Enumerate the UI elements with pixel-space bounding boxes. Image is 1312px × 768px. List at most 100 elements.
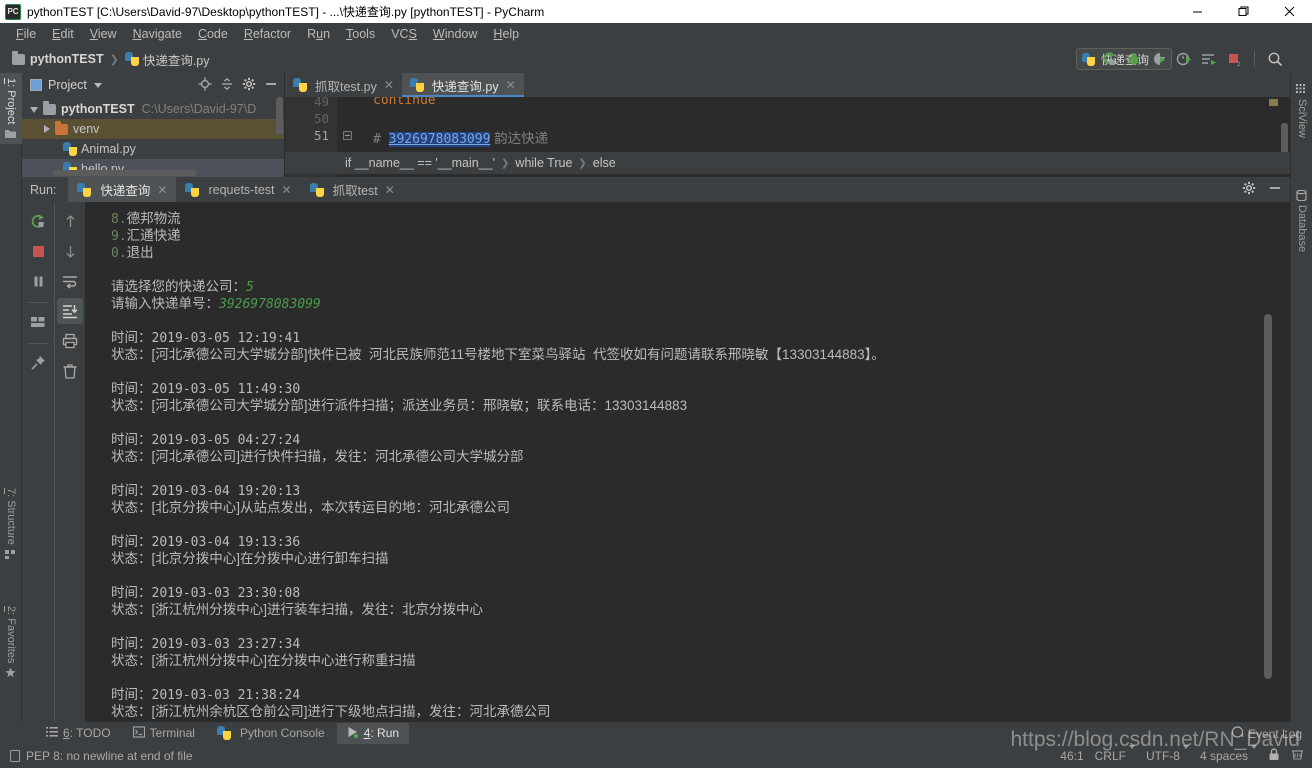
run-tab-label: 快递查询: [100, 184, 151, 198]
console-output[interactable]: 8.德邦物流 9.汇通快递 0.退出 请选择您的快递公司：5 请输入快递单号：3…: [85, 202, 1290, 724]
locate-icon[interactable]: [198, 77, 212, 96]
folder-icon: [43, 100, 56, 115]
run-tab-requets-test[interactable]: requets-test ✕: [176, 177, 300, 202]
menu-refactor[interactable]: Refactor: [236, 25, 299, 43]
chevron-right-icon[interactable]: [44, 125, 50, 133]
close-icon[interactable]: ✕: [506, 78, 516, 92]
close-icon[interactable]: ✕: [157, 183, 167, 197]
menu-navigate[interactable]: Navigate: [125, 25, 190, 43]
sidebar-item-sciview[interactable]: SciView: [1291, 79, 1312, 143]
chevron-down-icon[interactable]: [30, 107, 38, 113]
close-icon[interactable]: ✕: [282, 183, 292, 197]
bottom-tab-python-console[interactable]: Python Console: [207, 723, 335, 743]
tree-node-hello-py[interactable]: hello.py: [22, 159, 284, 179]
tree-node-animal-py[interactable]: Animal.py: [22, 139, 284, 159]
run-with-console-icon[interactable]: [1200, 50, 1218, 68]
hide-icon[interactable]: [264, 77, 278, 96]
tracking-entry: 时间：2019-03-03 23:30:08 状态：[浙江杭州分拨中心]进行装车…: [111, 585, 484, 617]
line-separator[interactable]: CRLF: [1095, 745, 1135, 763]
menu-file[interactable]: File: [8, 25, 44, 43]
close-button[interactable]: [1266, 0, 1312, 23]
code-fold-icon[interactable]: [343, 131, 352, 140]
run-tab-zhuaqu-test[interactable]: 抓取test ✕: [301, 177, 404, 202]
entry-status: [浙江杭州分拨中心]进行装车扫描，发往：北京分拨中心: [151, 602, 484, 617]
file-encoding[interactable]: UTF-8: [1146, 745, 1189, 763]
tree-node-venv[interactable]: venv: [22, 119, 284, 139]
breadcrumb-while-true[interactable]: while True: [515, 156, 572, 170]
down-arrow-icon[interactable]: [57, 238, 83, 264]
project-vertical-scrollbar[interactable]: [276, 97, 283, 135]
scroll-to-end-icon[interactable]: [57, 298, 83, 324]
menu-window[interactable]: Window: [425, 25, 485, 43]
menu-help[interactable]: Help: [485, 25, 527, 43]
bottom-tab-run[interactable]: 4: Run: [336, 722, 410, 744]
lock-icon[interactable]: [1268, 748, 1280, 764]
print-icon[interactable]: [57, 328, 83, 354]
breadcrumb-else[interactable]: else: [593, 156, 616, 170]
run-icon[interactable]: [1100, 50, 1118, 68]
menu-edit[interactable]: Edit: [44, 25, 82, 43]
stop-icon[interactable]: [25, 238, 51, 264]
sidebar-item-favorites[interactable]: 2: Favorites: [0, 601, 22, 683]
console-menu-line: 8.德邦物流: [111, 211, 181, 227]
left-tool-strip: 1: Project 7: Structure 2: Favorites: [0, 73, 22, 724]
hide-icon[interactable]: [1268, 181, 1282, 200]
event-log-button[interactable]: Event Log: [1231, 726, 1302, 742]
breadcrumb-file[interactable]: 快递查询.py: [124, 50, 210, 69]
entry-time: 2019-03-03 21:38:24: [151, 688, 301, 703]
project-horizontal-scrollbar[interactable]: [52, 170, 197, 176]
close-icon[interactable]: ✕: [384, 78, 394, 92]
rerun-icon[interactable]: [25, 208, 51, 234]
tracking-entry: 时间：2019-03-03 21:38:24 状态：[浙江杭州余杭区仓前公司]进…: [111, 687, 551, 719]
caret-position[interactable]: 46:1: [1060, 749, 1083, 763]
entry-time: 2019-03-05 04:27:24: [151, 433, 301, 448]
breadcrumb-if-main[interactable]: if __name__ == '__main__': [345, 156, 495, 170]
python-file-icon: [63, 142, 77, 156]
editor-tab-zhuaqu-test[interactable]: 抓取test.py ✕: [285, 73, 402, 97]
pause-icon[interactable]: [25, 268, 51, 294]
bottom-tab-terminal[interactable]: Terminal: [123, 723, 205, 744]
entry-time: 2019-03-03 23:27:34: [151, 637, 301, 652]
maximize-button[interactable]: [1220, 0, 1266, 23]
soft-wrap-icon[interactable]: [57, 268, 83, 294]
minimize-button[interactable]: [1174, 0, 1220, 23]
pin-icon[interactable]: [25, 350, 51, 376]
stop-icon[interactable]: 2: [1225, 50, 1243, 68]
breadcrumb-project[interactable]: pythonTEST: [12, 50, 104, 66]
sidebar-item-structure[interactable]: 7: Structure: [0, 483, 22, 565]
python-icon: [309, 182, 324, 197]
python-file-icon: [293, 78, 307, 92]
line-number: 51: [313, 128, 329, 143]
menu-run[interactable]: Run: [299, 25, 338, 43]
coverage-icon[interactable]: [1150, 50, 1168, 68]
menu-vcs[interactable]: VCS: [383, 25, 425, 43]
editor-tab-kuaidichaxun[interactable]: 快递查询.py ✕: [401, 73, 524, 97]
close-icon[interactable]: ✕: [385, 183, 395, 197]
profile-icon[interactable]: [1175, 50, 1193, 68]
menu-tools[interactable]: Tools: [338, 25, 383, 43]
sidebar-item-database[interactable]: Database: [1291, 185, 1312, 257]
menu-code[interactable]: Code: [190, 25, 236, 43]
tree-node-pythontest[interactable]: pythonTEST C:\Users\David-97\D: [22, 99, 284, 119]
trash-icon[interactable]: [57, 358, 83, 384]
status-bar-right: 46:1 CRLF UTF-8 4 spaces: [1060, 745, 1304, 764]
entry-status: [河北承德公司大学城分部]进行派件扫描；派送业务员：邢晓敏；联系电话：13303…: [151, 398, 688, 413]
gear-icon[interactable]: [242, 77, 256, 96]
bottom-tab-todo[interactable]: 6: TODO: [36, 723, 121, 744]
sidebar-item-project[interactable]: 1: Project: [0, 73, 22, 145]
editor-tab-bar: 抓取test.py ✕ 快递查询.py ✕: [285, 73, 1290, 97]
layout-icon[interactable]: [25, 309, 51, 335]
indent-setting[interactable]: 4 spaces: [1200, 745, 1257, 763]
chevron-down-icon[interactable]: [93, 82, 102, 88]
debug-icon[interactable]: [1125, 50, 1143, 68]
memory-indicator-icon[interactable]: [1291, 748, 1304, 764]
menu-view[interactable]: View: [82, 25, 125, 43]
python-icon: [1081, 52, 1095, 66]
search-everywhere-icon[interactable]: [1266, 50, 1284, 68]
run-tab-kuaidichaxun[interactable]: 快递查询 ✕: [68, 177, 177, 202]
database-icon: [1296, 189, 1308, 202]
gear-icon[interactable]: [1242, 181, 1256, 200]
up-arrow-icon[interactable]: [57, 208, 83, 234]
collapse-all-icon[interactable]: [220, 77, 234, 96]
console-vertical-scrollbar[interactable]: [1264, 314, 1272, 679]
